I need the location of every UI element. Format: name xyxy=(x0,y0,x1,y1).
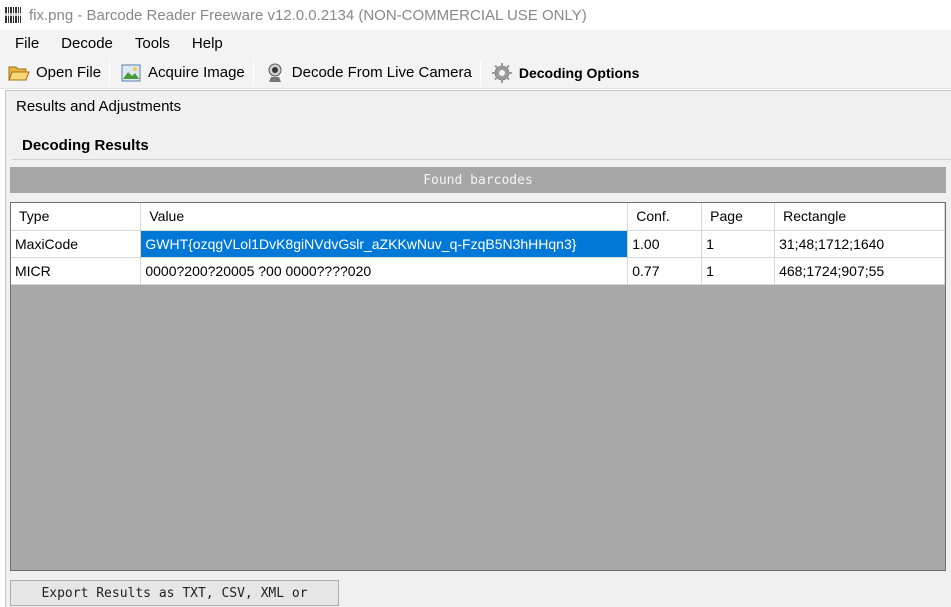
open-file-label: Open File xyxy=(36,64,102,81)
menu-file[interactable]: File xyxy=(0,35,50,52)
found-barcodes-header: Found barcodes xyxy=(10,167,946,193)
cell-rectangle[interactable]: 31;48;1712;1640 xyxy=(774,230,945,258)
export-results-button[interactable]: Export Results as TXT, CSV, XML or xyxy=(10,580,339,606)
cell-type[interactable]: MICR xyxy=(11,257,142,285)
toolbar-separator xyxy=(109,59,111,86)
image-icon xyxy=(120,62,142,84)
header-value[interactable]: Value xyxy=(140,203,629,231)
menu-help[interactable]: Help xyxy=(181,35,234,52)
header-page[interactable]: Page xyxy=(701,203,776,231)
header-rectangle[interactable]: Rectangle xyxy=(774,203,945,231)
gear-icon xyxy=(491,62,513,84)
folder-open-icon xyxy=(8,62,30,84)
cell-value[interactable]: 0000?200?20005 ?00 0000????020 xyxy=(140,257,629,285)
panel-title: Results and Adjustments xyxy=(16,98,182,115)
webcam-icon xyxy=(264,62,286,84)
title-bar: fix.png - Barcode Reader Freeware v12.0.… xyxy=(0,0,951,30)
toolbar-separator xyxy=(252,59,254,86)
divider xyxy=(12,159,951,160)
menu-decode[interactable]: Decode xyxy=(50,35,124,52)
open-file-button[interactable]: Open File xyxy=(0,59,107,87)
results-table: Type Value Conf. Page Rectangle MaxiCode… xyxy=(11,203,945,285)
cell-value[interactable]: GWHT{ozqgVLol1DvK8giNVdvGslr_aZKKwNuv_q-… xyxy=(140,230,629,258)
decode-camera-button[interactable]: Decode From Live Camera xyxy=(256,59,478,87)
section-title: Decoding Results xyxy=(22,137,149,154)
menu-bar: File Decode Tools Help xyxy=(0,30,951,57)
cell-rectangle[interactable]: 468;1724;907;55 xyxy=(774,257,945,285)
menu-tools[interactable]: Tools xyxy=(124,35,181,52)
barcode-app-icon xyxy=(3,5,23,25)
results-grid[interactable]: Type Value Conf. Page Rectangle MaxiCode… xyxy=(10,202,946,571)
window-title: fix.png - Barcode Reader Freeware v12.0.… xyxy=(29,6,587,24)
acquire-image-label: Acquire Image xyxy=(148,64,245,81)
table-row[interactable]: MaxiCode GWHT{ozqgVLol1DvK8giNVdvGslr_aZ… xyxy=(11,230,945,258)
table-header-row: Type Value Conf. Page Rectangle xyxy=(11,203,945,231)
decoding-options-button[interactable]: Decoding Options xyxy=(483,59,646,87)
header-conf[interactable]: Conf. xyxy=(627,203,703,231)
cell-conf[interactable]: 1.00 xyxy=(627,230,703,258)
cell-conf[interactable]: 0.77 xyxy=(627,257,703,285)
cell-page[interactable]: 1 xyxy=(701,257,776,285)
acquire-image-button[interactable]: Acquire Image xyxy=(112,59,251,87)
cell-page[interactable]: 1 xyxy=(701,230,776,258)
decoding-options-label: Decoding Options xyxy=(518,64,640,81)
cell-type[interactable]: MaxiCode xyxy=(11,230,142,258)
toolbar: Open File Acquire Image Decode From Live… xyxy=(0,57,951,89)
header-type[interactable]: Type xyxy=(11,203,142,231)
table-row[interactable]: MICR 0000?200?20005 ?00 0000????020 0.77… xyxy=(11,257,945,285)
results-panel: Results and Adjustments Decoding Results… xyxy=(5,90,951,607)
decode-camera-label: Decode From Live Camera xyxy=(291,64,472,81)
toolbar-separator xyxy=(479,59,481,86)
